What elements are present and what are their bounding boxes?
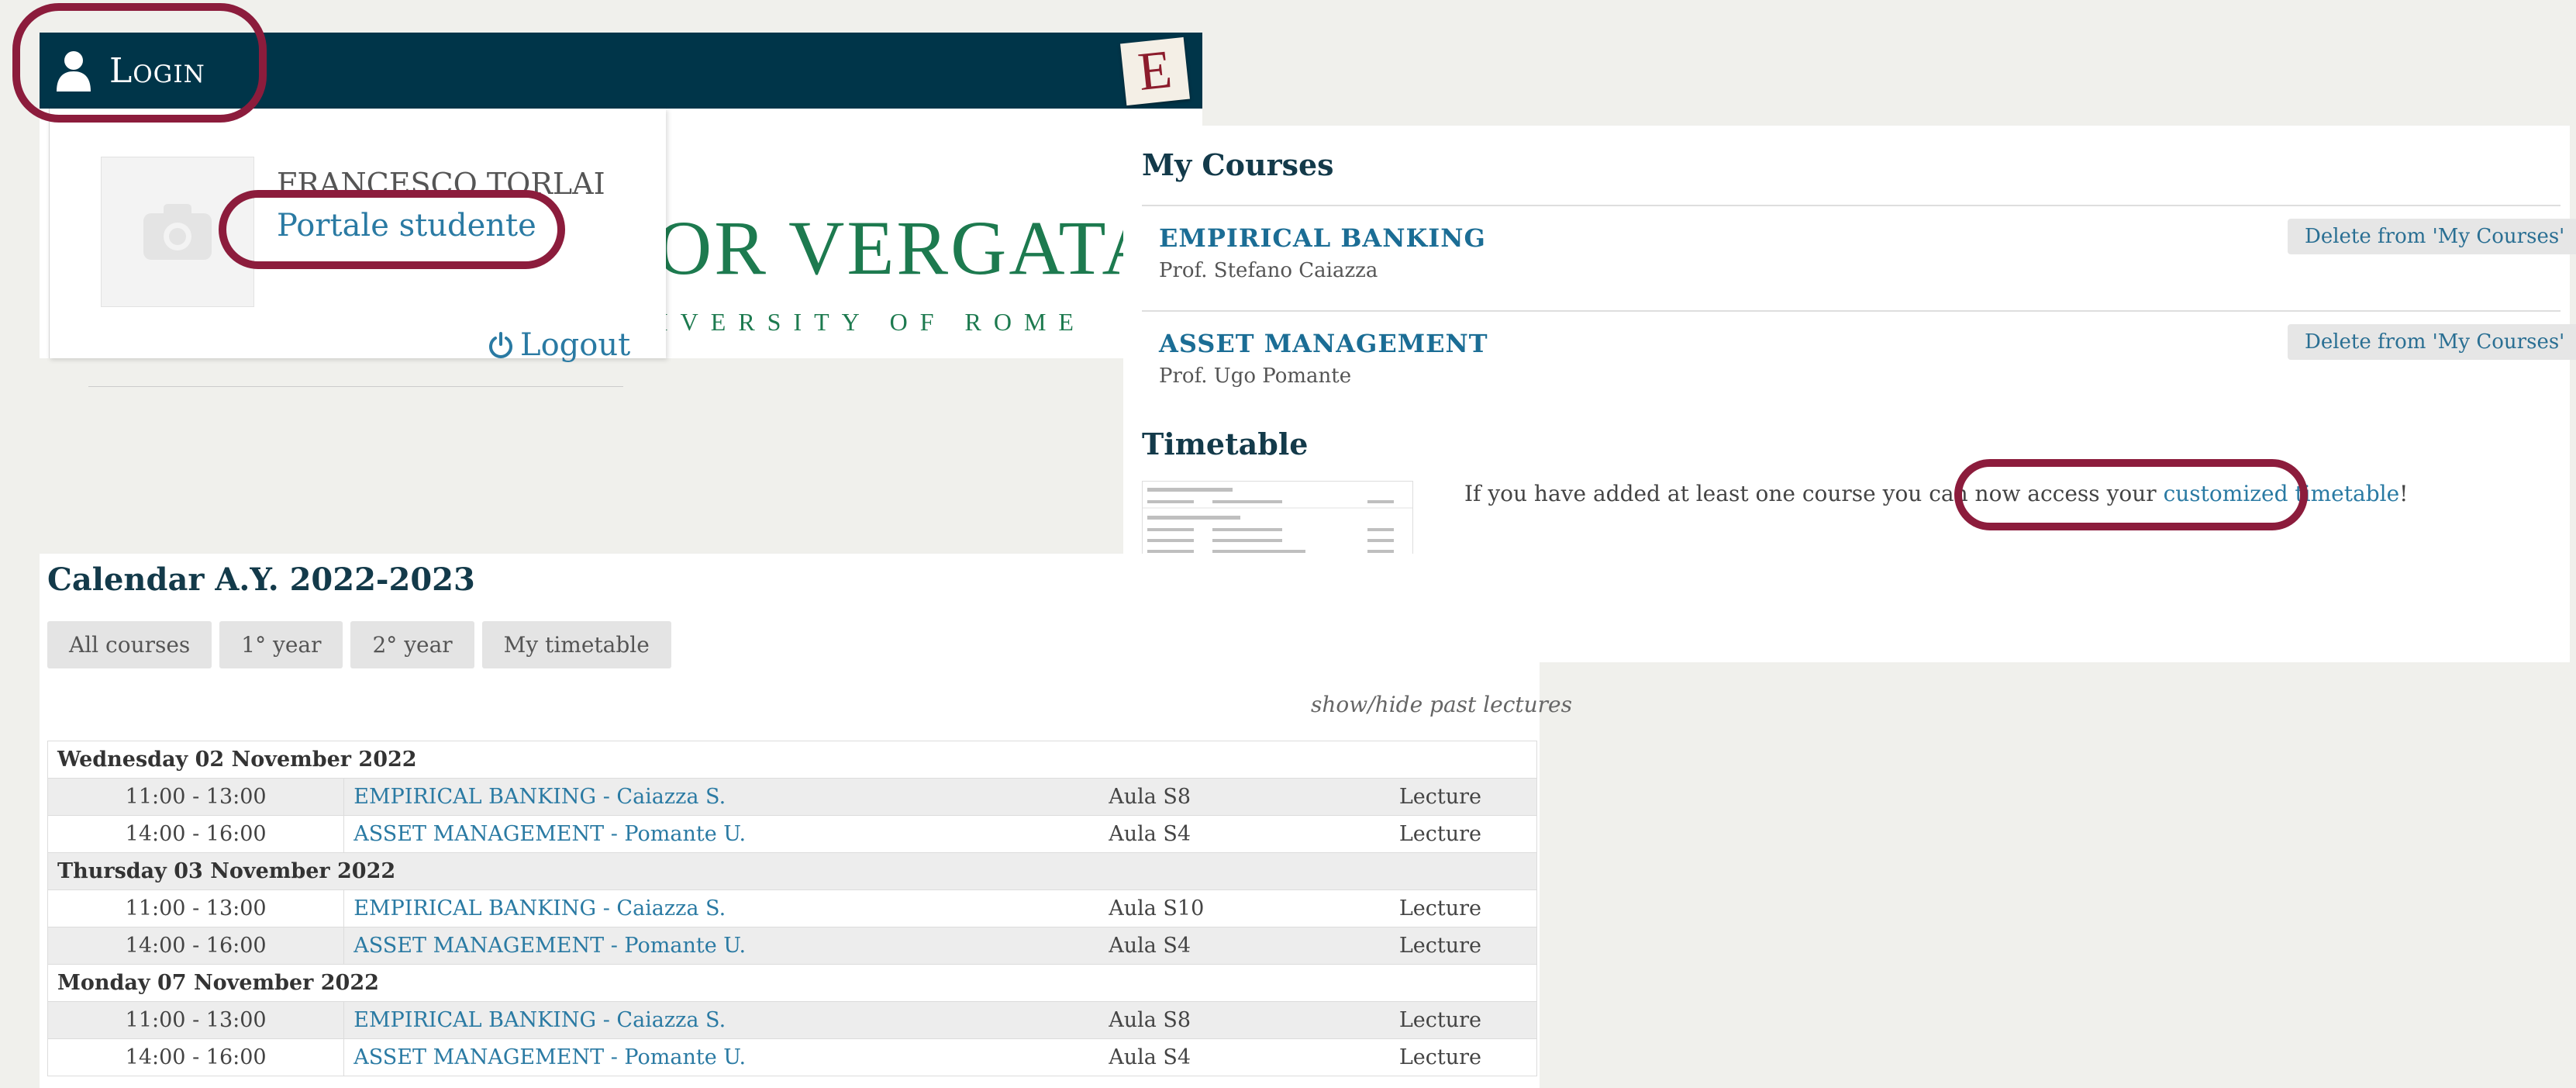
university-badge: E <box>1120 36 1190 106</box>
lecture-room: Aula S10 <box>1099 889 1344 927</box>
lecture-course-link[interactable]: EMPIRICAL BANKING - Caiazza S. <box>343 778 1100 816</box>
day-date: Thursday 03 November 2022 <box>47 852 1537 890</box>
tab-first-year[interactable]: 1° year <box>219 621 343 668</box>
day-date: Monday 07 November 2022 <box>47 964 1537 1002</box>
lecture-type: Lecture <box>1343 778 1537 816</box>
lecture-room: Aula S4 <box>1099 927 1344 965</box>
show-hide-past-lectures-link[interactable]: show/hide past lectures <box>1311 692 1572 717</box>
table-row: 14:00 - 16:00 ASSET MANAGEMENT - Pomante… <box>47 927 1537 965</box>
course-link-empirical-banking[interactable]: EMPIRICAL BANKING <box>1159 223 1486 253</box>
tab-my-timetable[interactable]: My timetable <box>481 621 671 668</box>
course-link-asset-management[interactable]: ASSET MANAGEMENT <box>1159 329 1488 358</box>
lecture-course-link[interactable]: EMPIRICAL BANKING - Caiazza S. <box>343 889 1100 927</box>
timetable-note-suffix: ! <box>2399 481 2409 506</box>
university-logo-text: OR VERGATA <box>656 205 1160 291</box>
lecture-time: 11:00 - 13:00 <box>47 1001 345 1039</box>
highlight-ring-portale <box>219 190 565 269</box>
calendar-tabs: All courses 1° year 2° year My timetable <box>47 621 671 668</box>
university-logo-subtext: IVERSITY OF ROME <box>660 308 1086 336</box>
lecture-time: 11:00 - 13:00 <box>47 778 345 816</box>
delete-course-button[interactable]: Delete from 'My Courses' <box>2288 219 2576 254</box>
course-professor: Prof. Ugo Pomante <box>1159 364 1352 388</box>
day-header-row: Monday 07 November 2022 <box>47 964 1537 1002</box>
day-header-row: Wednesday 02 November 2022 <box>47 741 1537 779</box>
lecture-type: Lecture <box>1343 815 1537 853</box>
lecture-course-link[interactable]: ASSET MANAGEMENT - Pomante U. <box>343 815 1100 853</box>
table-row: 11:00 - 13:00 EMPIRICAL BANKING - Caiazz… <box>47 778 1537 816</box>
lecture-type: Lecture <box>1343 889 1537 927</box>
logout-link[interactable]: Logout <box>488 327 630 363</box>
my-courses-heading: My Courses <box>1142 147 1334 182</box>
divider <box>1142 310 2560 312</box>
lecture-room: Aula S8 <box>1099 1001 1344 1039</box>
lecture-time: 14:00 - 16:00 <box>47 815 345 853</box>
lecture-table: Wednesday 02 November 2022 11:00 - 13:00… <box>47 741 1537 1076</box>
table-row: 11:00 - 13:00 EMPIRICAL BANKING - Caiazz… <box>47 889 1537 927</box>
lecture-type: Lecture <box>1343 927 1537 965</box>
tab-all-courses[interactable]: All courses <box>47 621 212 668</box>
power-icon <box>489 332 512 358</box>
delete-course-button[interactable]: Delete from 'My Courses' <box>2288 324 2576 360</box>
lecture-type: Lecture <box>1343 1001 1537 1039</box>
camera-icon <box>143 204 212 260</box>
divider <box>1142 205 2560 206</box>
lecture-course-link[interactable]: EMPIRICAL BANKING - Caiazza S. <box>343 1001 1100 1039</box>
lecture-room: Aula S4 <box>1099 815 1344 853</box>
calendar-title: Calendar A.Y. 2022-2023 <box>47 561 475 598</box>
lecture-room: Aula S8 <box>1099 778 1344 816</box>
table-row: 14:00 - 16:00 ASSET MANAGEMENT - Pomante… <box>47 815 1537 853</box>
table-row: 11:00 - 13:00 EMPIRICAL BANKING - Caiazz… <box>47 1001 1537 1039</box>
lecture-course-link[interactable]: ASSET MANAGEMENT - Pomante U. <box>343 1038 1100 1076</box>
table-row: 14:00 - 16:00 ASSET MANAGEMENT - Pomante… <box>47 1038 1537 1076</box>
logout-label: Logout <box>520 327 631 363</box>
tab-second-year[interactable]: 2° year <box>350 621 474 668</box>
day-date: Wednesday 02 November 2022 <box>47 741 1537 779</box>
lecture-type: Lecture <box>1343 1038 1537 1076</box>
lecture-course-link[interactable]: ASSET MANAGEMENT - Pomante U. <box>343 927 1100 965</box>
lecture-time: 11:00 - 13:00 <box>47 889 345 927</box>
timetable-heading: Timetable <box>1142 427 1309 461</box>
calendar-panel: Calendar A.Y. 2022-2023 All courses 1° y… <box>40 554 1572 1088</box>
course-professor: Prof. Stefano Caiazza <box>1159 259 1378 282</box>
divider <box>88 386 623 387</box>
highlight-ring-timetable-link <box>1954 459 2308 530</box>
day-header-row: Thursday 03 November 2022 <box>47 852 1537 890</box>
lecture-time: 14:00 - 16:00 <box>47 927 345 965</box>
lecture-time: 14:00 - 16:00 <box>47 1038 345 1076</box>
lecture-room: Aula S4 <box>1099 1038 1344 1076</box>
highlight-ring-login <box>12 3 267 123</box>
